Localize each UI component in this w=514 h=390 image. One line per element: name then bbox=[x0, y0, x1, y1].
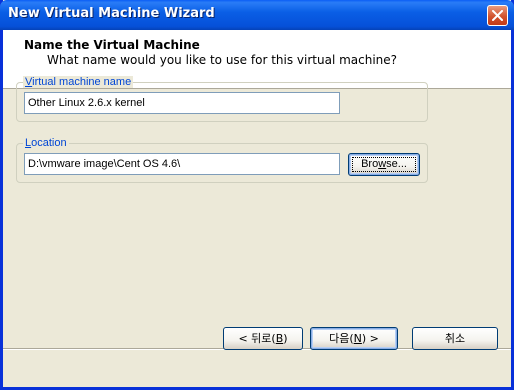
browse-label-accel: w bbox=[378, 158, 387, 170]
page-subtitle: What name would you like to use for this… bbox=[47, 53, 398, 67]
title-bar[interactable]: New Virtual Machine Wizard bbox=[0, 0, 514, 30]
close-icon bbox=[492, 10, 503, 21]
window-title: New Virtual Machine Wizard bbox=[8, 6, 215, 21]
next-label-accel: N bbox=[353, 332, 362, 345]
cancel-button[interactable]: 취소 bbox=[412, 327, 498, 350]
close-button[interactable] bbox=[487, 5, 508, 26]
browse-button[interactable]: Browse... bbox=[348, 153, 420, 176]
back-label-before: < 뒤로( bbox=[238, 332, 276, 345]
vm-name-label-rest: irtual machine name bbox=[32, 76, 132, 88]
browse-label-after: se... bbox=[386, 158, 407, 170]
browse-label-before: Bro bbox=[361, 158, 379, 170]
location-field[interactable]: D:\vmware image\Cent OS 4.6\ bbox=[24, 153, 340, 175]
location-group: Location D:\vmware image\Cent OS 4.6\ Br… bbox=[16, 137, 428, 183]
wizard-window: New Virtual Machine Wizard Name the Virt… bbox=[0, 0, 514, 390]
back-button[interactable]: < 뒤로(B) bbox=[223, 327, 303, 350]
back-label-after: ) bbox=[283, 332, 288, 345]
next-label-before: 다음( bbox=[329, 332, 354, 345]
vm-name-field[interactable]: Other Linux 2.6.x kernel bbox=[24, 92, 340, 114]
location-label: Location bbox=[23, 137, 69, 149]
location-label-rest: ocation bbox=[31, 137, 67, 149]
next-label-after: ) > bbox=[361, 332, 379, 345]
page-title: Name the Virtual Machine bbox=[24, 38, 200, 52]
vm-name-label: Virtual machine name bbox=[23, 76, 134, 88]
next-button[interactable]: 다음(N) > bbox=[310, 327, 398, 350]
vm-name-group: Virtual machine name Other Linux 2.6.x k… bbox=[16, 76, 428, 122]
